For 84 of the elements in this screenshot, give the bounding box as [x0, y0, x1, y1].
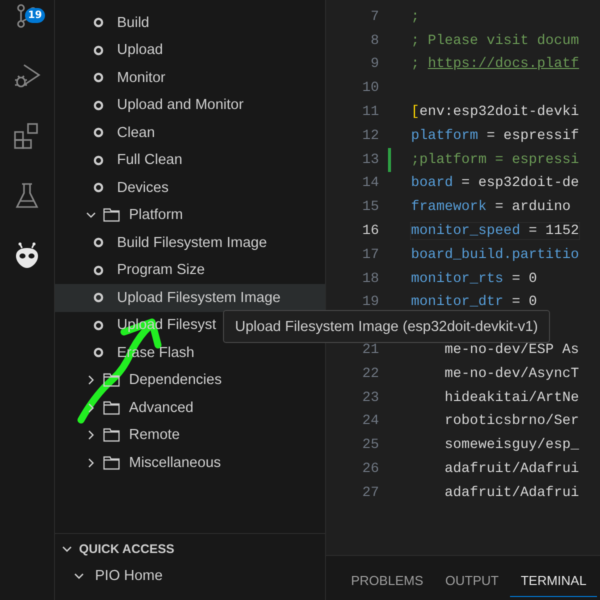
code-line: adafruit/Adafrui [444, 461, 580, 478]
line-number: 23 [361, 390, 379, 406]
code-line: ; [411, 8, 420, 25]
code-line: platform = espressif [411, 128, 580, 144]
line-number: 17 [361, 246, 379, 263]
code-line: ; https://docs.platf [411, 56, 580, 72]
folder-icon [103, 208, 120, 222]
line-number: 13 [361, 152, 379, 168]
task-item[interactable]: Devices [55, 174, 325, 202]
folder-item[interactable]: Advanced [55, 394, 325, 422]
code-line: hideakitai/ArtNe [444, 390, 580, 406]
line-number: 15 [361, 199, 379, 216]
task-item[interactable]: Clean [55, 119, 325, 146]
line-number: 11 [361, 104, 379, 120]
activity-item[interactable]: 19 [0, 0, 54, 46]
panel-tab[interactable]: TERMINAL [510, 563, 598, 597]
code-line: adafruit/Adafrui [444, 484, 580, 501]
folder-icon [103, 373, 120, 388]
alien-head-icon [13, 242, 41, 270]
code-line: monitor_rts = 0 [411, 270, 538, 287]
extensions-icon [13, 122, 41, 150]
flask-icon [14, 182, 40, 210]
folder-icon [103, 400, 120, 415]
circle-icon [93, 182, 104, 194]
line-number: 18 [361, 270, 379, 287]
line-number: 25 [361, 437, 379, 454]
line-number: 12 [361, 128, 379, 144]
task-item[interactable]: Upload and Monitor [55, 92, 325, 119]
folder-icon [103, 456, 120, 470]
line-number: 14 [361, 175, 379, 192]
task-item[interactable]: Monitor [55, 64, 325, 92]
circle-icon [93, 127, 104, 138]
task-item[interactable]: Program Size [55, 256, 325, 284]
circle-icon [93, 72, 104, 84]
modified-marker [388, 148, 391, 172]
count-badge: 19 [25, 8, 45, 23]
code-line: framework = arduino [411, 199, 571, 216]
line-number: 26 [361, 461, 379, 478]
task-item[interactable]: Full Clean [55, 146, 325, 174]
code-line: ; Please visit docum [411, 32, 580, 49]
circle-icon [93, 264, 104, 276]
code-line: me-no-dev/ESP As [444, 342, 580, 358]
line-number: 19 [361, 294, 379, 310]
section-header[interactable]: QUICK ACCESS [55, 536, 325, 562]
folder-item[interactable]: Remote [55, 422, 325, 449]
panel-tab[interactable]: PROBLEMS [340, 563, 434, 597]
folder-item[interactable]: Miscellaneous [55, 449, 325, 476]
task-item[interactable]: Upload Filesystem Image [55, 284, 325, 312]
line-number: 8 [370, 32, 379, 49]
code-line: ;platform = espressi [411, 152, 580, 168]
line-number: 22 [361, 366, 379, 382]
line-number: 10 [361, 80, 379, 96]
circle-icon [93, 320, 104, 331]
line-number: 27 [361, 484, 379, 501]
line-number: 7 [370, 8, 379, 25]
task-item[interactable]: Build Filesystem Image [55, 229, 325, 256]
panel-tab[interactable]: OUTPUT [434, 563, 510, 597]
line-number: 21 [361, 342, 379, 358]
folder-icon [103, 428, 120, 442]
code-line: board = esp32doit-de [411, 175, 580, 192]
code-line: me-no-dev/AsyncT [444, 366, 580, 382]
folder-item[interactable]: Platform [55, 202, 325, 229]
line-number: 24 [361, 413, 379, 430]
circle-icon [93, 17, 104, 28]
circle-icon [93, 154, 104, 166]
tooltip: Upload Filesystem Image (esp32doit-devkit-v1) [223, 310, 550, 343]
task-item[interactable]: Upload [55, 36, 325, 64]
line-number: 9 [370, 56, 379, 72]
circle-icon [93, 44, 104, 56]
task-item[interactable]: Build [55, 9, 325, 36]
code-line: roboticsbrno/Ser [444, 413, 580, 430]
code-line: someweisguy/esp_ [444, 437, 580, 454]
tree-item[interactable]: PIO Home [55, 562, 325, 590]
code-line: monitor_speed = 1152 [411, 223, 580, 240]
code-line: [env:esp32doit-devki [411, 104, 580, 120]
circle-icon [93, 292, 104, 304]
circle-icon [93, 100, 104, 111]
circle-icon [93, 237, 104, 248]
code-line: board_build.partitio [411, 246, 580, 263]
code-line: monitor_dtr = 0 [411, 294, 538, 310]
circle-icon [93, 347, 104, 358]
run-debug-icon [13, 62, 41, 90]
line-number: 16 [361, 223, 379, 240]
folder-item[interactable]: Dependencies [55, 366, 325, 394]
